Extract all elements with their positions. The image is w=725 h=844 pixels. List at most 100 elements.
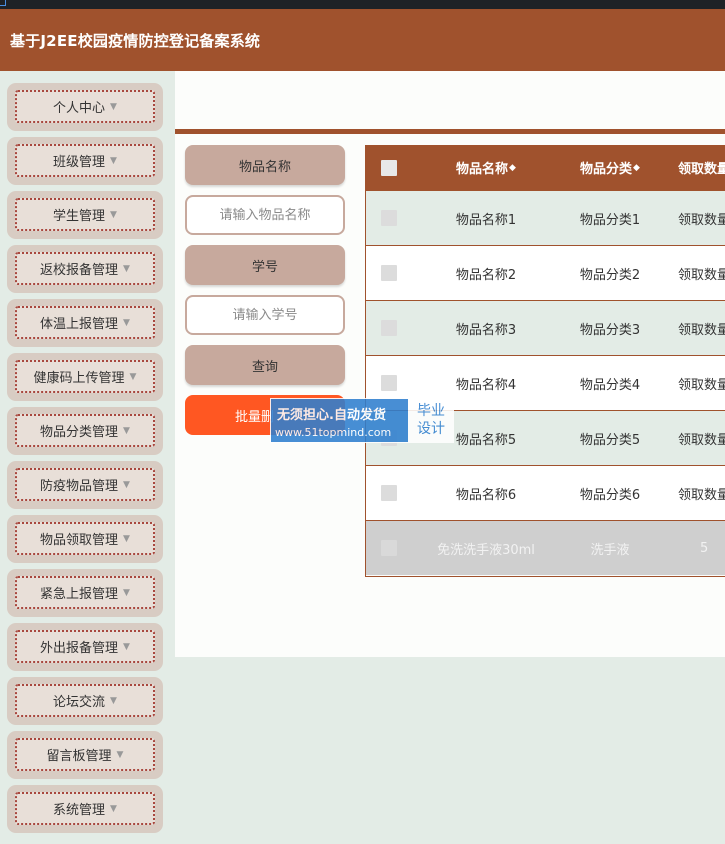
caret-down-icon: ▼ <box>123 641 130 652</box>
sidebar-item-personal-center[interactable]: 个人中心 ▼ <box>7 83 163 131</box>
query-button[interactable]: 查询 <box>185 345 345 385</box>
header-select-all[interactable] <box>366 145 412 190</box>
cell-category: 物品分类5 <box>579 432 641 448</box>
cell-category: 物品分类4 <box>579 377 641 393</box>
batch-delete-label: 批量删 <box>235 409 275 425</box>
sidebar-item-label: 留言板管理 <box>46 749 112 764</box>
cell-category: 物品分类6 <box>579 487 641 503</box>
caret-down-icon: ▼ <box>129 371 137 382</box>
app-header: 基于J2EE校园疫情防控登记备案系统 <box>0 9 725 71</box>
caret-down-icon: ▼ <box>110 209 117 220</box>
column-header-category[interactable]: 物品分类 ◆ <box>560 145 660 190</box>
app-title: 基于J2EE校园疫情防控登记备案系统 <box>10 32 261 50</box>
table-row: 物品名称1 物品分类1 领取数量1 <box>366 190 725 245</box>
caret-down-icon: ▼ <box>110 101 117 112</box>
checkbox-icon[interactable] <box>381 210 397 226</box>
sidebar-item-label: 健康码上传管理 <box>33 371 125 386</box>
table-row: 物品名称6 物品分类6 领取数量6 <box>366 465 725 520</box>
cell-quantity: 领取数量1 <box>678 212 725 228</box>
caret-down-icon: ▼ <box>123 533 130 544</box>
caret-down-icon: ▼ <box>110 695 117 706</box>
cell-category: 物品分类3 <box>579 322 641 338</box>
sidebar-item-system[interactable]: 系统管理 ▼ <box>7 785 163 833</box>
content-divider <box>175 129 725 134</box>
watermark-logo-line: 毕业 <box>417 403 445 419</box>
caret-down-icon: ▼ <box>110 803 117 814</box>
cell-quantity: 领取数量6 <box>678 487 725 503</box>
caret-down-icon: ▼ <box>123 587 130 598</box>
sort-icon[interactable]: ◆ <box>509 163 516 173</box>
cell-quantity: 5 <box>700 540 709 556</box>
table-row: 物品名称3 物品分类3 领取数量3 <box>366 300 725 355</box>
caret-down-icon: ▼ <box>123 479 130 490</box>
checkbox-icon[interactable] <box>381 375 397 391</box>
sidebar-item-forum[interactable]: 论坛交流 ▼ <box>7 677 163 725</box>
sidebar-item-item-pickup[interactable]: 物品领取管理 ▼ <box>7 515 163 563</box>
column-header-name[interactable]: 物品名称 ◆ <box>412 145 560 190</box>
data-table: 物品名称◆ 物品分类◆ 领取数量 物品名称1 物品分类1 领取数量1 物品名称2… <box>365 145 725 577</box>
student-id-label: 学号 <box>185 245 345 285</box>
checkbox-icon[interactable] <box>381 320 397 336</box>
sidebar-item-emergency-report[interactable]: 紧急上报管理 ▼ <box>7 569 163 617</box>
cell-name: 免洗洗手液30ml <box>437 542 535 558</box>
cell-category: 洗手液 <box>590 542 630 558</box>
caret-down-icon: ▼ <box>123 263 130 274</box>
checkbox-icon[interactable] <box>381 159 397 176</box>
sidebar-item-epidemic-supplies[interactable]: 防疫物品管理 ▼ <box>7 461 163 509</box>
caret-down-icon: ▼ <box>123 425 130 436</box>
cell-quantity: 领取数量4 <box>678 377 725 393</box>
browser-top-strip <box>0 0 725 9</box>
watermark-text: 无须担心.自动发货 <box>277 408 386 423</box>
sidebar-item-return-report[interactable]: 返校报备管理 ▼ <box>7 245 163 293</box>
sidebar-item-student[interactable]: 学生管理 ▼ <box>7 191 163 239</box>
sidebar-item-class[interactable]: 班级管理 ▼ <box>7 137 163 185</box>
sidebar-item-label: 论坛交流 <box>53 695 106 710</box>
sidebar-item-item-category[interactable]: 物品分类管理 ▼ <box>7 407 163 455</box>
watermark-logo: 毕业 设计 <box>408 399 454 442</box>
cell-category: 物品分类2 <box>579 267 641 283</box>
item-name-input[interactable] <box>185 195 345 235</box>
browser-tab-icon <box>0 0 6 6</box>
watermark-logo-line: 设计 <box>417 421 445 437</box>
cell-category: 物品分类1 <box>579 212 641 228</box>
cell-quantity: 领取数量3 <box>678 322 725 338</box>
sidebar-item-health-code[interactable]: 健康码上传管理 ▼ <box>7 353 163 401</box>
sidebar-item-label: 学生管理 <box>53 209 106 224</box>
watermark-badge: 无须担心.自动发货 www.51topmind.com 毕业 设计 <box>270 398 454 443</box>
column-header-label: 物品名称 <box>456 162 509 177</box>
sidebar-item-label: 物品领取管理 <box>40 533 119 548</box>
sort-icon[interactable]: ◆ <box>633 163 640 173</box>
sidebar-item-label: 系统管理 <box>53 803 106 818</box>
cell-name: 物品名称1 <box>455 212 517 228</box>
cell-quantity: 领取数量2 <box>678 267 725 283</box>
cell-name: 物品名称6 <box>455 487 517 503</box>
column-header-label: 物品分类 <box>580 162 633 177</box>
sidebar-item-message-board[interactable]: 留言板管理 ▼ <box>7 731 163 779</box>
sidebar-item-label: 体温上报管理 <box>40 317 119 332</box>
sidebar-item-label: 物品分类管理 <box>40 425 119 440</box>
checkbox-icon[interactable] <box>381 265 397 281</box>
caret-down-icon: ▼ <box>116 749 124 760</box>
sidebar-item-temperature[interactable]: 体温上报管理 ▼ <box>7 299 163 347</box>
sidebar-item-label: 返校报备管理 <box>40 263 119 278</box>
sidebar-item-label: 外出报备管理 <box>40 641 119 656</box>
sidebar-item-label: 防疫物品管理 <box>40 479 119 494</box>
caret-down-icon: ▼ <box>110 155 117 166</box>
cell-name: 物品名称3 <box>455 322 517 338</box>
sidebar-item-label: 班级管理 <box>53 155 106 170</box>
caret-down-icon: ▼ <box>123 317 130 328</box>
table-header: 物品名称 ◆ 物品分类 ◆ 领取数量 <box>366 145 725 190</box>
checkbox-icon[interactable] <box>381 485 397 501</box>
watermark-url: www.51topmind.com <box>275 426 392 439</box>
sidebar-item-label: 紧急上报管理 <box>40 587 119 602</box>
table-row: 物品名称2 物品分类2 领取数量2 <box>366 245 725 300</box>
student-id-input[interactable] <box>185 295 345 335</box>
cell-name: 物品名称2 <box>455 267 517 283</box>
column-header-quantity[interactable]: 领取数量 <box>660 145 725 190</box>
sidebar: 个人中心 ▼ 班级管理 ▼ 学生管理 ▼ 返校报备管理 ▼ 体温上报管理 ▼ 健康码上传管… <box>0 71 174 844</box>
cell-quantity: 领取数量5 <box>678 432 725 448</box>
sidebar-item-label: 个人中心 <box>53 101 106 116</box>
sidebar-item-outing-report[interactable]: 外出报备管理 ▼ <box>7 623 163 671</box>
checkbox-icon[interactable] <box>381 540 397 556</box>
table-row: 免洗洗手液30ml 洗手液 5 <box>366 520 725 575</box>
